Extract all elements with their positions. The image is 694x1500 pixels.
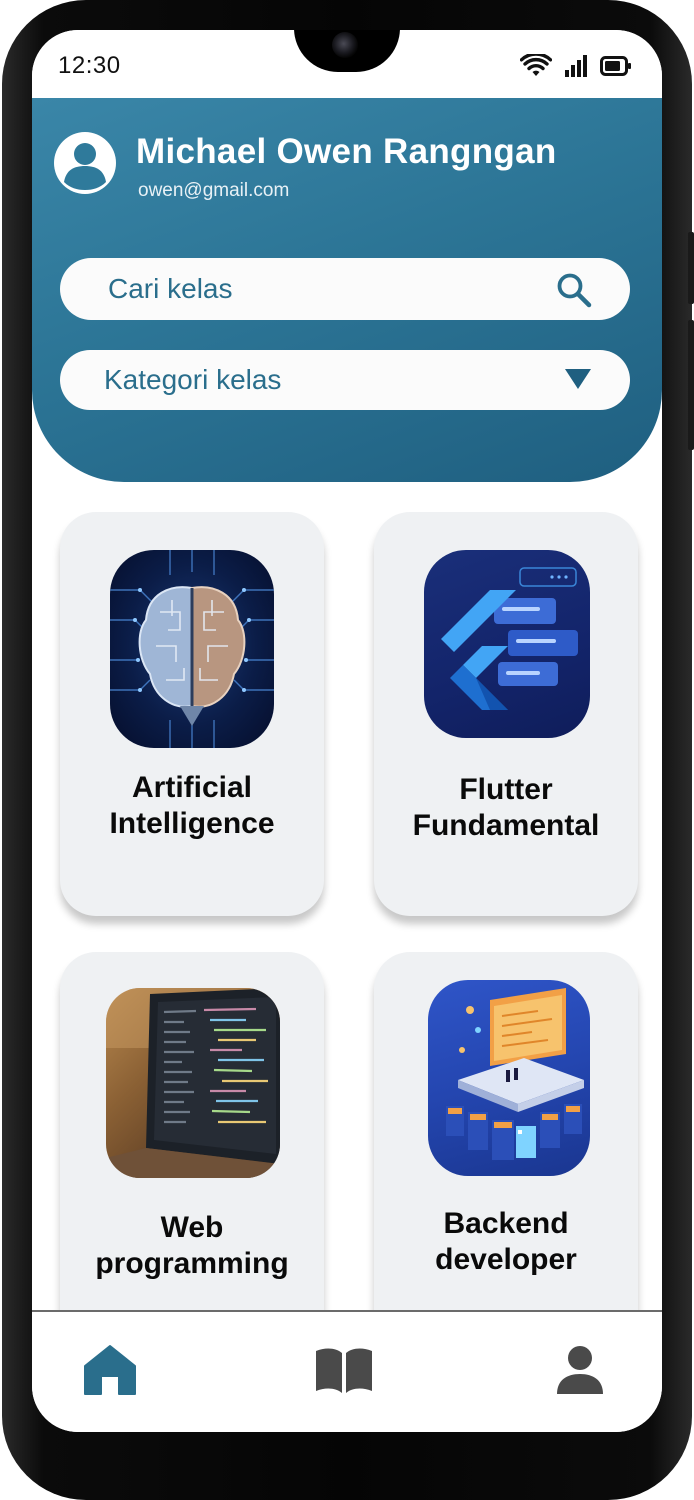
course-title-line: Intelligence (109, 807, 275, 840)
course-card-flutter[interactable]: Flutter Fundamental (374, 512, 638, 916)
user-name: Michael Owen Rangngan (136, 132, 557, 171)
nav-profile[interactable] (548, 1338, 612, 1402)
ai-brain-circuit-image (110, 550, 274, 748)
nav-home[interactable] (78, 1338, 142, 1402)
flutter-illustration (441, 567, 578, 710)
laptop-code-image (106, 988, 280, 1178)
search-icon[interactable] (556, 272, 592, 308)
book-icon (316, 1348, 372, 1393)
search-input[interactable]: Cari kelas (60, 258, 630, 320)
triangle-down-icon[interactable] (564, 368, 592, 390)
course-title-flutter: Flutter Fundamental (374, 772, 638, 844)
person-icon (557, 1346, 603, 1394)
status-icons (520, 54, 632, 78)
phone-frame: 12:30 Michael Owen Rangngan owen@gmail.c… (2, 0, 694, 1500)
search-placeholder: Cari kelas (108, 273, 233, 304)
power-button (688, 320, 694, 450)
wifi-icon (520, 54, 552, 76)
user-avatar-icon (64, 143, 106, 190)
course-title-line: Flutter (459, 773, 553, 806)
screen: 12:30 Michael Owen Rangngan owen@gmail.c… (32, 30, 662, 1432)
course-title-line: Web (160, 1211, 224, 1244)
flutter-logo-image (424, 550, 590, 738)
brain-illustration (110, 550, 274, 748)
laptop-illustration (106, 988, 280, 1178)
front-camera (332, 32, 358, 58)
course-title-ai: Artificial Intelligence (60, 770, 324, 842)
category-label: Kategori kelas (104, 364, 282, 395)
server-illustration (446, 988, 584, 1160)
signal-icon (565, 55, 587, 77)
course-title-line: developer (435, 1243, 577, 1276)
bottom-navigation (32, 1310, 662, 1432)
isometric-server-image (428, 980, 590, 1176)
home-icon (84, 1345, 136, 1395)
course-title-line: programming (95, 1247, 289, 1280)
course-title-line: Backend (443, 1207, 569, 1240)
course-card-ai[interactable]: Artificial Intelligence (60, 512, 324, 916)
course-card-backend[interactable]: Backend developer (374, 952, 638, 1372)
profile-header: Michael Owen Rangngan owen@gmail.com Car… (32, 98, 662, 482)
status-time: 12:30 (58, 52, 121, 79)
user-email: owen@gmail.com (138, 180, 290, 201)
course-title-backend: Backend developer (374, 1206, 638, 1278)
avatar[interactable] (54, 132, 116, 194)
course-title-line: Artificial (131, 771, 253, 804)
category-dropdown[interactable]: Kategori kelas (60, 350, 630, 410)
nav-courses[interactable] (312, 1338, 376, 1402)
volume-button (688, 232, 694, 304)
course-title-web: Web programming (60, 1210, 324, 1282)
battery-icon (600, 56, 631, 76)
course-card-web[interactable]: Web programming (60, 952, 324, 1372)
course-title-line: Fundamental (412, 809, 600, 842)
